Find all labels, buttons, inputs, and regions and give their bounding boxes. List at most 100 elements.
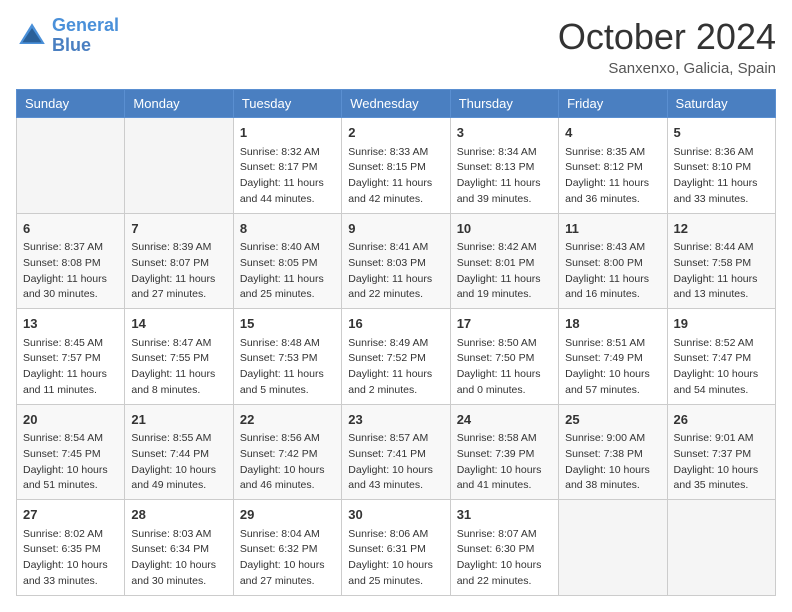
day-info: Sunrise: 8:40 AM [240,240,335,256]
week-row-5: 27Sunrise: 8:02 AMSunset: 6:35 PMDayligh… [17,500,776,596]
day-info: Daylight: 11 hours and 22 minutes. [348,272,443,304]
title-block: October 2024 Sanxenxo, Galicia, Spain [558,16,776,77]
day-header-sunday: Sunday [17,90,125,118]
day-number: 15 [240,314,335,334]
day-cell-18: 18Sunrise: 8:51 AMSunset: 7:49 PMDayligh… [559,309,667,405]
day-info: Sunrise: 9:01 AM [674,431,769,447]
day-info: Sunrise: 8:39 AM [131,240,226,256]
day-number: 12 [674,219,769,239]
day-info: Sunset: 8:10 PM [674,160,769,176]
logo: General Blue [16,16,119,56]
day-info: Sunset: 8:03 PM [348,256,443,272]
day-info: Daylight: 10 hours and 22 minutes. [457,558,552,590]
day-info: Daylight: 11 hours and 42 minutes. [348,176,443,208]
day-info: Sunrise: 8:58 AM [457,431,552,447]
logo-line2: Blue [52,35,91,55]
week-row-2: 6Sunrise: 8:37 AMSunset: 8:08 PMDaylight… [17,213,776,309]
day-cell-16: 16Sunrise: 8:49 AMSunset: 7:52 PMDayligh… [342,309,450,405]
day-info: Daylight: 11 hours and 36 minutes. [565,176,660,208]
day-info: Sunset: 6:32 PM [240,542,335,558]
day-cell-12: 12Sunrise: 8:44 AMSunset: 7:58 PMDayligh… [667,213,775,309]
day-cell-11: 11Sunrise: 8:43 AMSunset: 8:00 PMDayligh… [559,213,667,309]
day-number: 7 [131,219,226,239]
day-cell-30: 30Sunrise: 8:06 AMSunset: 6:31 PMDayligh… [342,500,450,596]
day-number: 18 [565,314,660,334]
calendar-table: SundayMondayTuesdayWednesdayThursdayFrid… [16,89,776,596]
day-cell-2: 2Sunrise: 8:33 AMSunset: 8:15 PMDaylight… [342,118,450,214]
day-info: Sunrise: 8:51 AM [565,336,660,352]
day-info: Daylight: 10 hours and 43 minutes. [348,463,443,495]
day-number: 1 [240,123,335,143]
day-cell-3: 3Sunrise: 8:34 AMSunset: 8:13 PMDaylight… [450,118,558,214]
day-info: Daylight: 11 hours and 25 minutes. [240,272,335,304]
day-number: 23 [348,410,443,430]
day-info: Sunrise: 8:07 AM [457,527,552,543]
day-info: Sunset: 8:13 PM [457,160,552,176]
day-number: 30 [348,505,443,525]
day-info: Sunset: 7:44 PM [131,447,226,463]
day-info: Daylight: 11 hours and 16 minutes. [565,272,660,304]
month-title: October 2024 [558,16,776,58]
day-info: Daylight: 11 hours and 2 minutes. [348,367,443,399]
day-info: Daylight: 10 hours and 54 minutes. [674,367,769,399]
day-cell-4: 4Sunrise: 8:35 AMSunset: 8:12 PMDaylight… [559,118,667,214]
day-info: Daylight: 10 hours and 49 minutes. [131,463,226,495]
day-info: Sunset: 6:34 PM [131,542,226,558]
day-info: Daylight: 11 hours and 5 minutes. [240,367,335,399]
day-info: Daylight: 11 hours and 19 minutes. [457,272,552,304]
day-cell-14: 14Sunrise: 8:47 AMSunset: 7:55 PMDayligh… [125,309,233,405]
day-info: Sunrise: 8:02 AM [23,527,118,543]
day-cell-5: 5Sunrise: 8:36 AMSunset: 8:10 PMDaylight… [667,118,775,214]
day-info: Sunrise: 8:48 AM [240,336,335,352]
day-info: Daylight: 11 hours and 44 minutes. [240,176,335,208]
day-header-monday: Monday [125,90,233,118]
day-info: Sunset: 8:15 PM [348,160,443,176]
day-cell-17: 17Sunrise: 8:50 AMSunset: 7:50 PMDayligh… [450,309,558,405]
day-info: Daylight: 10 hours and 41 minutes. [457,463,552,495]
day-number: 22 [240,410,335,430]
day-info: Sunrise: 8:56 AM [240,431,335,447]
day-info: Sunset: 7:55 PM [131,351,226,367]
day-cell-29: 29Sunrise: 8:04 AMSunset: 6:32 PMDayligh… [233,500,341,596]
day-number: 14 [131,314,226,334]
day-header-wednesday: Wednesday [342,90,450,118]
day-info: Sunset: 7:45 PM [23,447,118,463]
day-info: Sunset: 8:17 PM [240,160,335,176]
day-info: Daylight: 10 hours and 27 minutes. [240,558,335,590]
day-number: 3 [457,123,552,143]
day-info: Daylight: 10 hours and 30 minutes. [131,558,226,590]
day-info: Daylight: 11 hours and 11 minutes. [23,367,118,399]
day-cell-20: 20Sunrise: 8:54 AMSunset: 7:45 PMDayligh… [17,404,125,500]
day-info: Sunrise: 8:44 AM [674,240,769,256]
day-cell-8: 8Sunrise: 8:40 AMSunset: 8:05 PMDaylight… [233,213,341,309]
day-info: Sunset: 7:53 PM [240,351,335,367]
day-info: Sunrise: 9:00 AM [565,431,660,447]
week-row-4: 20Sunrise: 8:54 AMSunset: 7:45 PMDayligh… [17,404,776,500]
day-info: Sunset: 8:05 PM [240,256,335,272]
day-info: Sunset: 7:41 PM [348,447,443,463]
day-info: Sunrise: 8:04 AM [240,527,335,543]
day-number: 2 [348,123,443,143]
page-header: General Blue October 2024 Sanxenxo, Gali… [16,16,776,77]
day-info: Sunset: 7:39 PM [457,447,552,463]
day-info: Sunrise: 8:37 AM [23,240,118,256]
day-info: Daylight: 11 hours and 13 minutes. [674,272,769,304]
day-cell-26: 26Sunrise: 9:01 AMSunset: 7:37 PMDayligh… [667,404,775,500]
day-number: 8 [240,219,335,239]
day-info: Sunrise: 8:43 AM [565,240,660,256]
day-number: 4 [565,123,660,143]
day-info: Sunrise: 8:42 AM [457,240,552,256]
empty-cell [125,118,233,214]
location: Sanxenxo, Galicia, Spain [558,60,776,77]
day-number: 21 [131,410,226,430]
day-info: Sunset: 8:01 PM [457,256,552,272]
day-cell-13: 13Sunrise: 8:45 AMSunset: 7:57 PMDayligh… [17,309,125,405]
day-info: Sunrise: 8:36 AM [674,145,769,161]
week-row-1: 1Sunrise: 8:32 AMSunset: 8:17 PMDaylight… [17,118,776,214]
day-info: Daylight: 11 hours and 27 minutes. [131,272,226,304]
day-info: Sunrise: 8:54 AM [23,431,118,447]
day-info: Daylight: 11 hours and 33 minutes. [674,176,769,208]
day-info: Daylight: 10 hours and 38 minutes. [565,463,660,495]
day-info: Daylight: 10 hours and 57 minutes. [565,367,660,399]
day-info: Daylight: 11 hours and 8 minutes. [131,367,226,399]
